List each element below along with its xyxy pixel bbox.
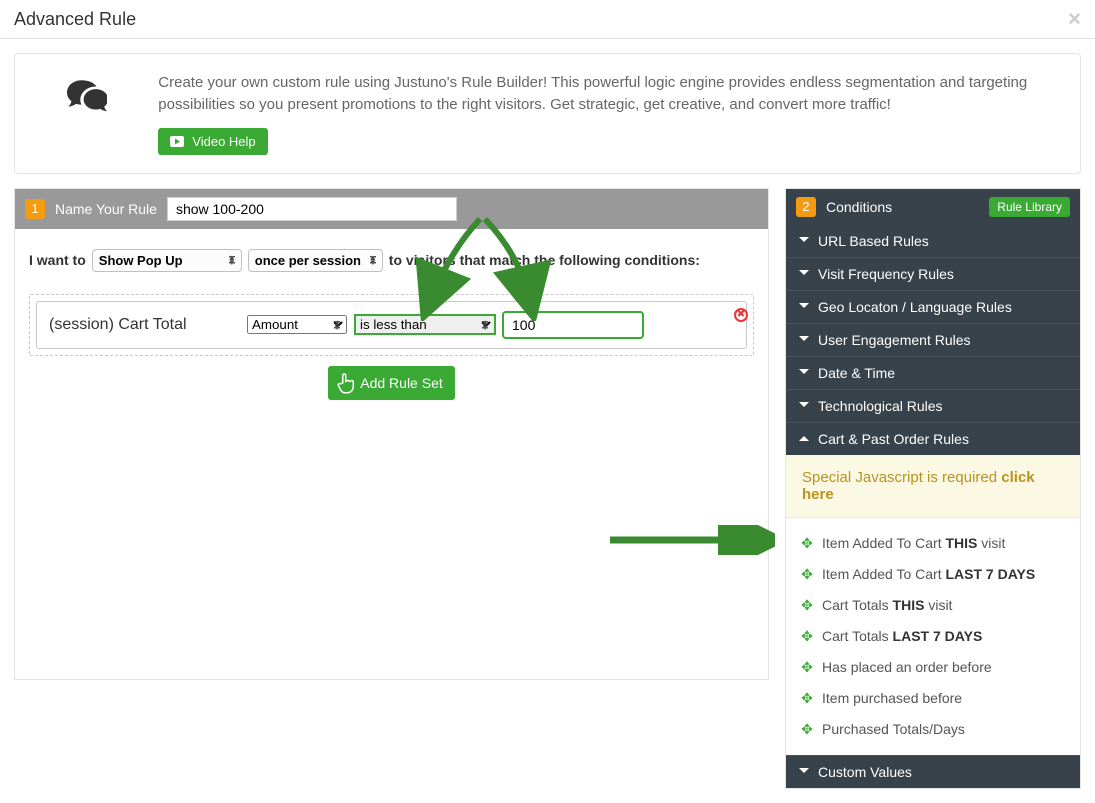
action-select[interactable]: Show Pop Up xyxy=(92,249,242,272)
intro-paragraph: Create your own custom rule using Justun… xyxy=(158,72,1050,116)
accordion-item[interactable]: Date & Time xyxy=(786,356,1080,389)
condition-text: Cart Totals THIS visit xyxy=(822,597,952,613)
move-icon: ✥ xyxy=(800,628,814,645)
condition-text: Item purchased before xyxy=(822,690,962,706)
chevron-down-icon xyxy=(798,398,810,414)
step-2-badge: 2 xyxy=(796,197,816,217)
move-icon: ✥ xyxy=(800,690,814,707)
conditions-header: 2 Conditions Rule Library xyxy=(786,189,1080,225)
frequency-select[interactable]: once per session xyxy=(248,249,383,272)
rule-sentence: I want to Show Pop Up ▲▼ once per sessio… xyxy=(29,249,754,272)
value-input[interactable] xyxy=(503,312,643,338)
chevron-up-icon xyxy=(798,431,810,447)
accordion-label: Cart & Past Order Rules xyxy=(818,431,969,447)
accordion-label: Visit Frequency Rules xyxy=(818,266,954,282)
sentence-suffix: to visitors that match the following con… xyxy=(389,252,700,268)
condition-item[interactable]: ✥ Cart Totals THIS visit xyxy=(786,590,1080,621)
accordion-item[interactable]: Geo Locaton / Language Rules xyxy=(786,290,1080,323)
step-1-badge: 1 xyxy=(25,199,45,219)
condition-item[interactable]: ✥ Purchased Totals/Days xyxy=(786,714,1080,745)
video-icon xyxy=(170,136,184,147)
annotation-arrow-right xyxy=(605,525,775,555)
accordion-label: User Engagement Rules xyxy=(818,332,971,348)
condition-text: Item Added To Cart THIS visit xyxy=(822,535,1005,551)
intro-text: Create your own custom rule using Justun… xyxy=(158,72,1050,155)
condition-item[interactable]: ✥ Has placed an order before xyxy=(786,652,1080,683)
add-rule-set-button[interactable]: Add Rule Set xyxy=(328,366,455,400)
rule-set: (session) Cart Total Amount ▲▼ is less t… xyxy=(29,294,754,356)
condition-text: Purchased Totals/Days xyxy=(822,721,965,737)
accordion-label: Geo Locaton / Language Rules xyxy=(818,299,1012,315)
video-help-label: Video Help xyxy=(192,134,255,149)
hand-pointer-icon xyxy=(336,372,354,394)
add-rule-label: Add Rule Set xyxy=(360,375,443,391)
conditions-title: Conditions xyxy=(826,199,892,215)
metric-select[interactable]: Amount xyxy=(247,315,347,334)
condition-item[interactable]: ✥ Item purchased before xyxy=(786,683,1080,714)
modal-title: Advanced Rule xyxy=(14,9,136,30)
move-icon: ✥ xyxy=(800,566,814,583)
accordion-item[interactable]: URL Based Rules xyxy=(786,225,1080,257)
chevron-down-icon xyxy=(798,764,810,780)
condition-item[interactable]: ✥ Item Added To Cart LAST 7 DAYS xyxy=(786,559,1080,590)
accordion-label: Custom Values xyxy=(818,764,912,780)
modal-header: Advanced Rule × xyxy=(0,0,1095,39)
condition-item[interactable]: ✥ Cart Totals LAST 7 DAYS xyxy=(786,621,1080,652)
condition-text: Cart Totals LAST 7 DAYS xyxy=(822,628,982,644)
name-rule-label: Name Your Rule xyxy=(55,201,157,217)
rule-row: (session) Cart Total Amount ▲▼ is less t… xyxy=(36,301,747,349)
conditions-panel: 2 Conditions Rule Library URL Based Rule… xyxy=(785,188,1081,789)
condition-text: Has placed an order before xyxy=(822,659,992,675)
chevron-down-icon xyxy=(798,332,810,348)
rule-library-button[interactable]: Rule Library xyxy=(989,197,1070,217)
accordion-label: Technological Rules xyxy=(818,398,943,414)
sentence-prefix: I want to xyxy=(29,252,86,268)
accordion-item[interactable]: User Engagement Rules xyxy=(786,323,1080,356)
chevron-down-icon xyxy=(798,266,810,282)
warn-prefix: Special Javascript is required xyxy=(802,469,1001,486)
accordion-item[interactable]: Technological Rules xyxy=(786,389,1080,422)
conditions-accordion: URL Based Rules Visit Frequency Rules Geo … xyxy=(786,225,1080,455)
accordion-item[interactable]: Visit Frequency Rules xyxy=(786,257,1080,290)
accordion-custom-values[interactable]: Custom Values xyxy=(786,755,1080,788)
condition-item[interactable]: ✥ Item Added To Cart THIS visit xyxy=(786,528,1080,559)
condition-text: Item Added To Cart LAST 7 DAYS xyxy=(822,566,1035,582)
move-icon: ✥ xyxy=(800,535,814,552)
condition-list: ✥ Item Added To Cart THIS visit ✥ Item Adde… xyxy=(786,518,1080,755)
accordion-item[interactable]: Cart & Past Order Rules xyxy=(786,422,1080,455)
main-columns: 1 Name Your Rule I want to Show Pop Up ▲… xyxy=(14,188,1081,789)
rule-body: I want to Show Pop Up ▲▼ once per sessio… xyxy=(15,229,768,679)
intro-card: Create your own custom rule using Justun… xyxy=(14,53,1081,174)
chat-icon xyxy=(45,72,128,116)
move-icon: ✥ xyxy=(800,721,814,738)
rule-name-input[interactable] xyxy=(167,197,457,221)
accordion-label: URL Based Rules xyxy=(818,233,929,249)
cart-rules-body: Special Javascript is required click her… xyxy=(786,455,1080,755)
move-icon: ✥ xyxy=(800,597,814,614)
name-rule-bar: 1 Name Your Rule xyxy=(15,189,768,229)
rule-condition-label: (session) Cart Total xyxy=(49,316,239,334)
chevron-down-icon xyxy=(798,233,810,249)
operator-select[interactable]: is less than xyxy=(355,315,495,334)
js-required-warning: Special Javascript is required click her… xyxy=(786,455,1080,518)
close-icon[interactable]: × xyxy=(1068,8,1081,30)
chevron-down-icon xyxy=(798,365,810,381)
accordion-label: Date & Time xyxy=(818,365,895,381)
chevron-down-icon xyxy=(798,299,810,315)
rule-builder-panel: 1 Name Your Rule I want to Show Pop Up ▲… xyxy=(14,188,769,680)
move-icon: ✥ xyxy=(800,659,814,676)
remove-rule-icon[interactable]: ✖ xyxy=(734,308,748,322)
video-help-button[interactable]: Video Help xyxy=(158,128,267,155)
